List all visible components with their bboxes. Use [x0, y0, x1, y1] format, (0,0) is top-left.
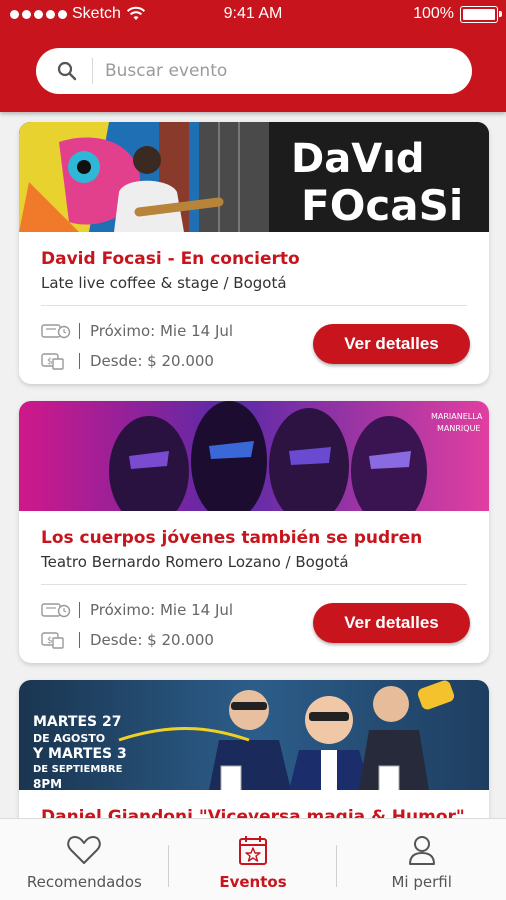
next-date-text: Próximo: Mie 14 Jul	[90, 601, 234, 619]
divider	[41, 584, 467, 585]
price-row: $ Desde: $ 20.000	[41, 631, 214, 649]
event-venue: Teatro Bernardo Romero Lozano / Bogotá	[41, 553, 349, 571]
next-date-row: Próximo: Mie 14 Jul	[41, 322, 233, 340]
event-card[interactable]: MARIANELLA MANRIQUE Los cuerpos jóvenes …	[19, 401, 489, 663]
status-bar: Sketch 9:41 AM 100%	[0, 0, 506, 30]
event-image: DaVıd FOcaSi	[19, 122, 489, 232]
date-line1: MARTES 27	[33, 714, 121, 730]
next-date-row: Próximo: Mie 14 Jul	[41, 601, 233, 619]
artist-name-line1: DaVıd	[291, 136, 425, 182]
artist-credit-line2: MANRIQUE	[437, 424, 480, 433]
event-image: MARIANELLA MANRIQUE	[19, 401, 489, 511]
price-text: Desde: $ 20.000	[90, 631, 214, 649]
app-header: Sketch 9:41 AM 100%	[0, 0, 506, 112]
tab-label: Eventos	[219, 873, 287, 891]
artist-name-line2: FOcaSi	[301, 181, 463, 230]
event-title[interactable]: Los cuerpos jóvenes también se pudren	[41, 528, 422, 548]
view-details-button[interactable]: Ver detalles	[313, 324, 470, 364]
view-details-button[interactable]: Ver detalles	[313, 603, 470, 643]
event-card[interactable]: MARTES 27 DE AGOSTO Y MARTES 3 DE SEPTIE…	[19, 680, 489, 818]
next-date-text: Próximo: Mie 14 Jul	[90, 322, 234, 340]
search-icon	[57, 61, 77, 81]
ticket-date-icon	[41, 324, 71, 339]
battery-icon	[460, 5, 502, 23]
date-line4: DE SEPTIEMBRE	[33, 764, 123, 775]
date-line2: DE AGOSTO	[33, 732, 105, 745]
divider	[41, 305, 467, 306]
svg-text:$: $	[47, 636, 53, 646]
artist-credit-line1: MARIANELLA	[431, 412, 483, 421]
events-feed[interactable]: DaVıd FOcaSi David Focasi - En concierto…	[0, 112, 506, 818]
event-venue: Late live coffee & stage / Bogotá	[41, 274, 287, 292]
price-text: Desde: $ 20.000	[90, 352, 214, 370]
user-icon	[408, 836, 435, 865]
search-divider	[92, 58, 93, 84]
price-row: $ Desde: $ 20.000	[41, 352, 214, 370]
tab-label: Recomendados	[26, 873, 142, 891]
event-card[interactable]: DaVıd FOcaSi David Focasi - En concierto…	[19, 122, 489, 384]
date-line3: Y MARTES 3	[32, 746, 127, 762]
tab-eventos[interactable]: Eventos	[169, 819, 338, 900]
tab-recomendados[interactable]: Recomendados	[0, 819, 169, 900]
ticket-date-icon	[41, 603, 71, 618]
search-bar[interactable]	[36, 48, 472, 94]
svg-text:$: $	[47, 357, 53, 367]
price-tag-icon: $	[41, 632, 64, 649]
event-image: MARTES 27 DE AGOSTO Y MARTES 3 DE SEPTIE…	[19, 680, 489, 790]
calendar-star-icon	[239, 836, 267, 865]
price-tag-icon: $	[41, 353, 64, 370]
tab-label: Mi perfil	[391, 873, 452, 891]
event-title[interactable]: David Focasi - En concierto	[41, 249, 300, 269]
search-input[interactable]	[105, 61, 435, 81]
heart-icon	[67, 836, 102, 864]
event-title[interactable]: Daniel Giandoni "Viceversa magia & Humor…	[41, 807, 465, 818]
tab-mi-perfil[interactable]: Mi perfil	[337, 819, 506, 900]
battery-percent: 100%	[413, 5, 454, 22]
date-line5: 8PM	[33, 777, 62, 790]
bottom-tab-bar: Recomendados Eventos Mi perfil	[0, 818, 506, 900]
